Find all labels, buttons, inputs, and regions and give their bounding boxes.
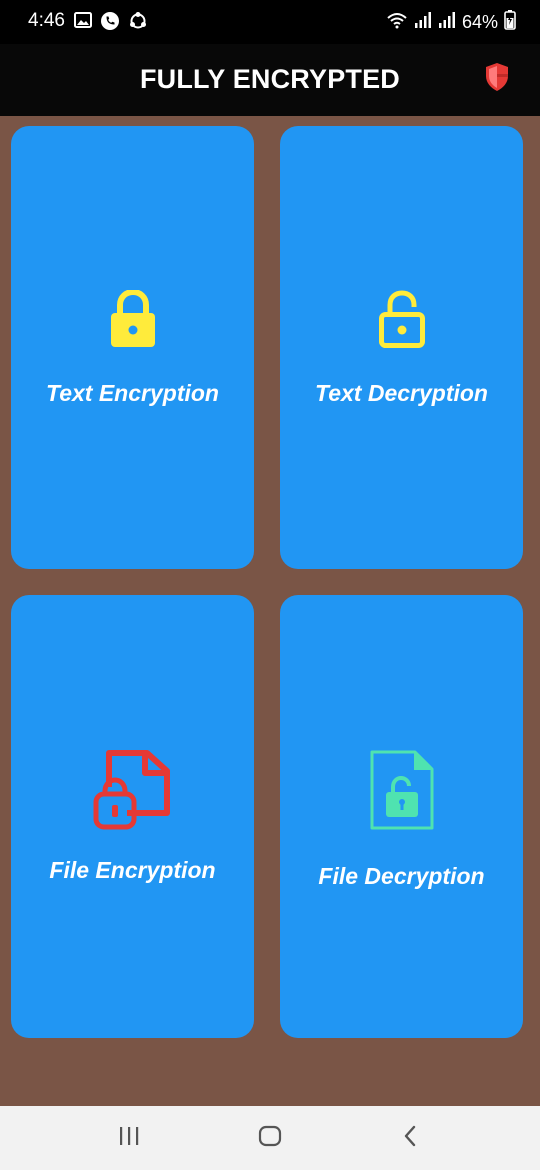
file-unlock-icon xyxy=(280,749,523,831)
card-label: Text Decryption xyxy=(315,380,488,406)
status-system-icons: 64% xyxy=(386,10,516,35)
navigation-bar xyxy=(0,1106,540,1170)
card-label: File Encryption xyxy=(49,857,216,883)
signal-icon xyxy=(438,12,456,33)
card-label: File Decryption xyxy=(318,863,485,889)
status-time: 4:46 xyxy=(28,10,65,31)
main-content: Text Encryption Text Decryption File Enc… xyxy=(0,116,540,1106)
status-bar: 4:46 64% xyxy=(0,0,540,44)
signal-icon xyxy=(414,12,432,33)
card-label: Text Encryption xyxy=(46,380,219,406)
image-icon xyxy=(74,11,92,36)
back-button[interactable] xyxy=(390,1122,430,1154)
security-button[interactable] xyxy=(480,62,514,96)
file-encryption-card[interactable]: File Encryption xyxy=(11,595,254,1038)
lock-open-icon xyxy=(280,290,523,348)
file-lock-icon xyxy=(11,749,254,831)
phone-icon xyxy=(100,11,120,36)
page-title: FULLY ENCRYPTED xyxy=(139,64,401,94)
shield-icon xyxy=(484,62,510,97)
home-button[interactable] xyxy=(250,1122,290,1154)
home-icon xyxy=(258,1125,282,1152)
text-encryption-card[interactable]: Text Encryption xyxy=(11,126,254,569)
sync-icon xyxy=(128,11,148,36)
lock-closed-icon xyxy=(11,290,254,348)
recent-apps-button[interactable] xyxy=(109,1122,149,1154)
wifi-icon xyxy=(386,11,408,34)
battery-percentage: 64% xyxy=(461,12,498,32)
recent-apps-icon xyxy=(118,1126,140,1151)
text-decryption-card[interactable]: Text Decryption xyxy=(280,126,523,569)
status-notification-icons xyxy=(74,11,148,36)
app-bar: FULLY ENCRYPTED xyxy=(0,44,540,116)
file-decryption-card[interactable]: File Decryption xyxy=(280,595,523,1038)
back-icon xyxy=(402,1125,418,1152)
battery-charging-icon xyxy=(504,10,516,35)
